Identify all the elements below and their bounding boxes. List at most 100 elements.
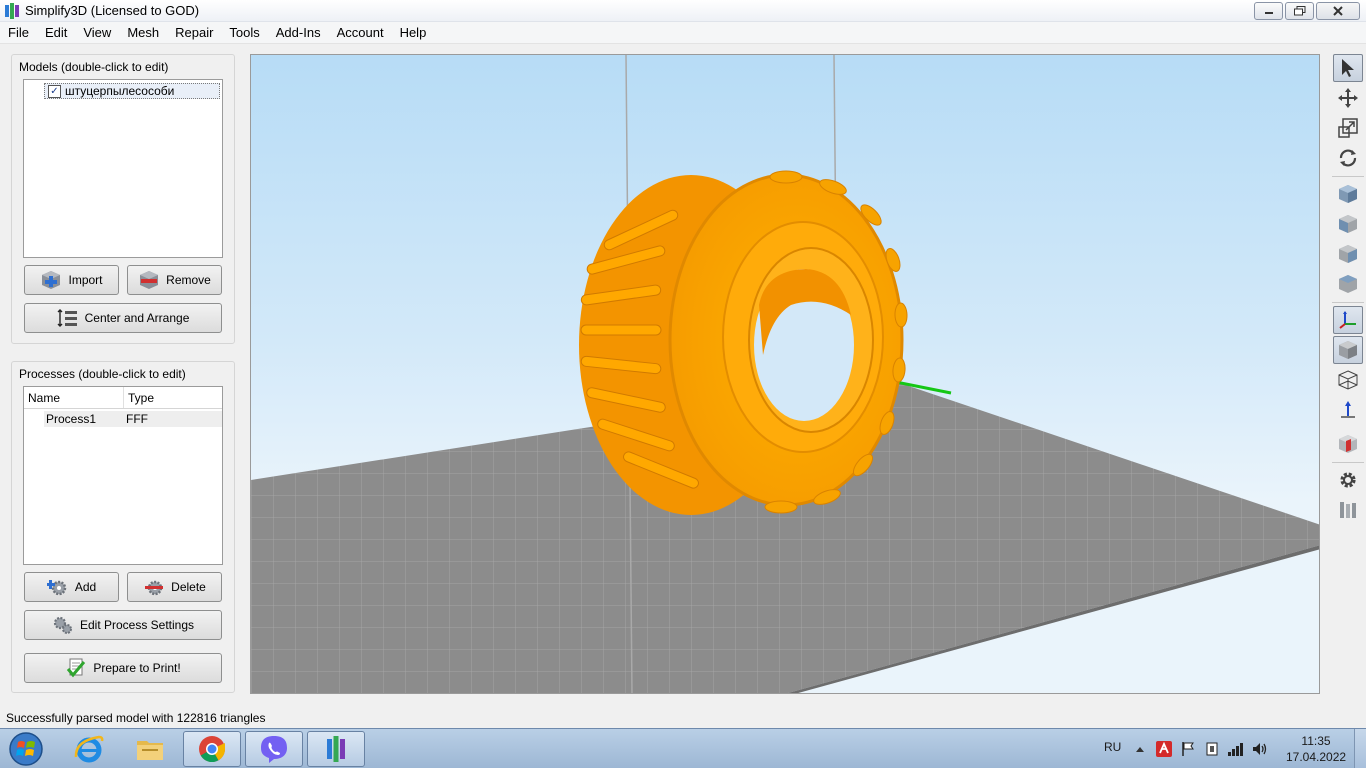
taskbar-internet-explorer[interactable] xyxy=(60,731,118,767)
table-row[interactable]: Process1 FFF xyxy=(44,411,222,427)
start-button[interactable] xyxy=(4,731,48,767)
center-arrange-button[interactable]: Center and Arrange xyxy=(24,303,222,333)
show-hidden-icons-icon[interactable] xyxy=(1135,745,1145,753)
model-list-item[interactable]: ✓ штуцерпылесособи xyxy=(44,83,220,99)
delete-gears-icon xyxy=(145,580,164,596)
edit-process-settings-label: Edit Process Settings xyxy=(79,618,195,632)
process-name-cell: Process1 xyxy=(46,412,97,426)
window-title: Simplify3D (Licensed to GOD) xyxy=(25,3,200,18)
import-cube-icon xyxy=(42,271,61,289)
menu-edit[interactable]: Edit xyxy=(37,23,75,43)
network-signal-icon[interactable] xyxy=(1227,741,1245,757)
view-iso-button[interactable] xyxy=(1333,180,1363,208)
processes-panel: Processes (double-click to edit) Name Ty… xyxy=(11,361,235,693)
add-gears-icon xyxy=(46,580,67,596)
menu-tools[interactable]: Tools xyxy=(221,23,267,43)
minimize-button[interactable] xyxy=(1254,2,1283,20)
language-indicator[interactable]: RU xyxy=(1104,740,1121,754)
taskbar-chrome[interactable] xyxy=(183,731,241,767)
viber-icon xyxy=(261,736,287,763)
move-icon xyxy=(1338,88,1358,108)
axes-toggle-icon xyxy=(1339,311,1356,329)
solid-view-button[interactable] xyxy=(1333,336,1363,364)
clock-time: 11:35 xyxy=(1301,734,1331,748)
view-iso-icon xyxy=(1339,185,1357,203)
scene-canvas[interactable] xyxy=(251,55,1320,694)
menu-view[interactable]: View xyxy=(75,23,119,43)
status-bar: Successfully parsed model with 122816 tr… xyxy=(0,708,1366,728)
prepare-print-check-icon xyxy=(67,658,86,678)
close-button[interactable] xyxy=(1316,2,1360,20)
system-tray: RU xyxy=(1100,729,1280,768)
wireframe-view-button[interactable] xyxy=(1333,366,1363,394)
remove-button-label: Remove xyxy=(166,273,211,287)
taskbar-viber[interactable] xyxy=(245,731,303,767)
clock-date: 17.04.2022 xyxy=(1286,750,1347,764)
supports-button[interactable] xyxy=(1333,496,1363,524)
delete-process-button[interactable]: Delete xyxy=(127,572,222,602)
toolbar-separator xyxy=(1332,462,1364,463)
prepare-to-print-button[interactable]: Prepare to Print! xyxy=(24,653,222,683)
arrange-icon xyxy=(57,309,77,327)
status-message: Successfully parsed model with 122816 tr… xyxy=(6,711,266,725)
menu-account[interactable]: Account xyxy=(329,23,392,43)
processes-table-header: Name Type xyxy=(24,387,222,409)
view-top-button[interactable] xyxy=(1333,270,1363,298)
antivirus-icon[interactable] xyxy=(1156,741,1172,757)
models-panel-title: Models (double-click to edit) xyxy=(19,60,169,74)
model-knurled-ring[interactable] xyxy=(579,170,908,515)
edit-process-settings-button[interactable]: Edit Process Settings xyxy=(24,610,222,640)
toolbar-separator xyxy=(1332,302,1364,303)
rotate-tool-button[interactable] xyxy=(1333,144,1363,172)
menu-add-ins[interactable]: Add-Ins xyxy=(268,23,329,43)
taskbar-simplify3d[interactable] xyxy=(307,731,365,767)
normals-icon xyxy=(1341,401,1355,418)
volume-icon[interactable] xyxy=(1251,741,1269,757)
view-front-icon xyxy=(1339,215,1357,233)
column-header-type[interactable]: Type xyxy=(124,387,222,408)
menu-file[interactable]: File xyxy=(0,23,37,43)
move-tool-button[interactable] xyxy=(1333,84,1363,112)
processes-table[interactable]: Name Type Process1 FFF xyxy=(23,386,223,565)
close-icon xyxy=(1333,6,1343,16)
restore-button[interactable] xyxy=(1285,2,1314,20)
cross-section-button[interactable] xyxy=(1333,430,1363,458)
models-list[interactable]: ✓ штуцерпылесособи xyxy=(23,79,223,258)
taskbar: RU 11:35 17.04.2022 xyxy=(0,728,1366,768)
select-arrow-icon xyxy=(1342,59,1354,77)
wireframe-view-icon xyxy=(1338,370,1358,390)
file-explorer-icon xyxy=(137,741,163,760)
menu-mesh[interactable]: Mesh xyxy=(119,23,167,43)
model-visible-checkbox[interactable]: ✓ xyxy=(48,85,61,98)
normals-button[interactable] xyxy=(1333,396,1363,424)
processes-panel-title: Processes (double-click to edit) xyxy=(19,367,186,381)
add-process-button[interactable]: Add xyxy=(24,572,119,602)
import-button-label: Import xyxy=(68,273,103,287)
import-button[interactable]: Import xyxy=(24,265,119,295)
remove-cube-icon xyxy=(140,271,159,289)
select-tool-button[interactable] xyxy=(1333,54,1363,82)
device-icon[interactable] xyxy=(1204,741,1220,757)
models-panel: Models (double-click to edit) ✓ штуцерпы… xyxy=(11,54,235,344)
action-center-flag-icon[interactable] xyxy=(1180,741,1196,757)
show-desktop-button[interactable] xyxy=(1354,729,1366,768)
settings-gears-icon xyxy=(53,616,72,634)
view-side-button[interactable] xyxy=(1333,240,1363,268)
scale-tool-button[interactable] xyxy=(1333,114,1363,142)
rotate-icon xyxy=(1339,149,1357,167)
process-type-cell: FFF xyxy=(126,412,148,426)
3d-viewport[interactable] xyxy=(250,54,1320,694)
column-header-name[interactable]: Name xyxy=(24,387,124,408)
settings-button[interactable] xyxy=(1333,466,1363,494)
menu-repair[interactable]: Repair xyxy=(167,23,221,43)
remove-button[interactable]: Remove xyxy=(127,265,222,295)
axes-toggle-button[interactable] xyxy=(1333,306,1363,334)
menu-help[interactable]: Help xyxy=(392,23,435,43)
view-side-icon xyxy=(1339,245,1357,263)
view-front-button[interactable] xyxy=(1333,210,1363,238)
taskbar-file-explorer[interactable] xyxy=(121,731,179,767)
toolbar-separator xyxy=(1332,176,1364,177)
taskbar-clock[interactable]: 11:35 17.04.2022 xyxy=(1286,733,1346,765)
minimize-icon xyxy=(1264,12,1273,14)
simplify3d-icon xyxy=(327,736,345,762)
